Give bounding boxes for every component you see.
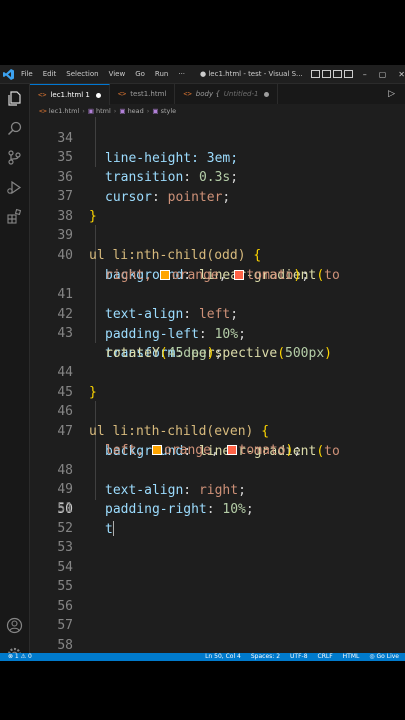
breadcrumb-html[interactable]: html — [96, 107, 111, 115]
source-control-icon[interactable] — [6, 149, 23, 166]
toggle-panel-icon[interactable] — [321, 70, 331, 78]
code-line: 53 — [57, 540, 73, 555]
problems-indicator[interactable]: ⊗ 1 ⚠ 0 — [8, 653, 32, 661]
current-code-line: 50 t — [57, 502, 115, 537]
code-line: 44 } — [57, 365, 97, 400]
element-icon: ▣ — [152, 106, 159, 115]
tab-label: body { — [195, 90, 220, 98]
chevron-right-icon: › — [82, 106, 85, 115]
code-line: 56 — [57, 599, 73, 614]
toggle-sidebar-icon[interactable] — [310, 70, 320, 78]
editor-tabs: <> lec1.html 1 <> test1.html <> body { U… — [30, 84, 405, 105]
indentation[interactable]: Spaces: 2 — [251, 653, 280, 661]
status-bar: ⊗ 1 ⚠ 0 Ln 50, Col 4 Spaces: 2 UTF-8 CRL… — [0, 653, 405, 661]
menu-run[interactable]: Run — [150, 70, 173, 78]
toggle-secondary-sidebar-icon[interactable] — [332, 70, 342, 78]
html-file-icon: <> — [38, 91, 47, 99]
run-play-icon[interactable]: ▷ — [388, 84, 395, 104]
code-line: 41 text-align: left; — [57, 287, 239, 322]
window-title: ● lec1.html - test - Visual S... — [200, 70, 303, 78]
go-live-button[interactable]: ◎ Go Live — [369, 653, 399, 661]
code-line: 55 — [57, 579, 73, 594]
tab-label: lec1.html 1 — [50, 91, 90, 99]
code-line: 46 ul li:nth-child(even) { — [57, 404, 270, 439]
cursor-position[interactable]: Ln 50, Col 4 — [205, 653, 241, 661]
chevron-right-icon: › — [113, 106, 117, 115]
menu-view[interactable]: View — [104, 70, 131, 78]
menu-edit[interactable]: Edit — [38, 70, 62, 78]
activity-bar — [0, 84, 30, 661]
customize-layout-icon[interactable] — [343, 70, 353, 78]
code-line: 54 — [57, 560, 73, 575]
tab-untitled-1[interactable]: <> body { Untitled-1 — [175, 84, 279, 104]
code-line: 48 text-align: right; — [57, 463, 246, 498]
encoding[interactable]: UTF-8 — [290, 653, 308, 661]
chevron-right-icon: › — [146, 106, 150, 115]
code-line: 35 transition: 0.3s; — [57, 150, 239, 185]
menu-selection[interactable]: Selection — [61, 70, 103, 78]
run-debug-icon[interactable] — [6, 179, 23, 196]
line-endings[interactable]: CRLF — [318, 653, 333, 661]
tab-test1-html[interactable]: <> test1.html — [110, 84, 176, 104]
tab-suffix: Untitled-1 — [223, 90, 259, 98]
code-line: 49 padding-right: 10%; — [57, 482, 254, 517]
layout-controls — [310, 70, 353, 78]
code-line: 38 — [57, 209, 73, 224]
code-line: 57 — [57, 618, 73, 633]
menu-more[interactable]: ··· — [173, 70, 190, 78]
title-bar: File Edit Selection View Go Run ··· ● le… — [0, 65, 405, 84]
code-line: 36 cursor: pointer; — [57, 170, 231, 205]
tab-label: test1.html — [130, 90, 167, 98]
extensions-icon[interactable] — [6, 208, 23, 225]
breadcrumb-file[interactable]: lec1.html — [49, 107, 79, 115]
menu-go[interactable]: Go — [130, 70, 150, 78]
html-file-icon: <> — [183, 90, 192, 98]
code-line: 58 — [57, 638, 73, 653]
explorer-icon[interactable] — [6, 90, 23, 107]
menu-file[interactable]: File — [16, 70, 38, 78]
html-file-icon: <> — [39, 106, 47, 115]
code-line: 43 transform: perspective(500px) — [57, 326, 332, 361]
code-line-wrapped: right, orange, tomato); — [105, 268, 310, 283]
minimize-button[interactable]: – — [363, 70, 367, 79]
vscode-logo-icon[interactable] — [0, 65, 16, 83]
code-line: 39 ul li:nth-child(odd) { — [57, 228, 262, 263]
unsaved-dot-icon[interactable] — [264, 91, 270, 97]
maximize-button[interactable]: ▢ — [379, 70, 387, 79]
breadcrumb-style[interactable]: style — [161, 107, 177, 115]
breadcrumb: <> lec1.html › ▣ html › ▣ head › ▣ style — [30, 104, 405, 117]
element-icon: ▣ — [119, 106, 126, 115]
tab-lec1-html[interactable]: <> lec1.html 1 — [30, 84, 110, 105]
code-line: 45 — [57, 385, 73, 400]
breadcrumb-head[interactable]: head — [128, 107, 144, 115]
code-line-wrapped: left, orange, tomato); — [105, 443, 302, 458]
code-line: 51 — [57, 501, 73, 516]
code-line: 52 — [57, 521, 73, 536]
close-button[interactable]: ✕ — [398, 70, 405, 79]
html-file-icon: <> — [117, 90, 127, 98]
accounts-icon[interactable] — [6, 617, 23, 634]
vscode-window: File Edit Selection View Go Run ··· ● le… — [0, 65, 405, 661]
code-line-wrapped: rotateY(45deg); — [105, 346, 223, 361]
language-mode[interactable]: HTML — [343, 653, 360, 661]
element-icon: ▣ — [87, 106, 94, 115]
unsaved-dot-icon[interactable] — [95, 92, 101, 98]
code-line: 37 } — [57, 189, 97, 224]
code-editor[interactable]: 34 line-height: 3em; 35 transition: 0.3s… — [30, 117, 405, 653]
code-line: 47 background: linear-gradient(to — [57, 424, 340, 459]
code-line: 42 padding-left: 10%; — [57, 307, 246, 342]
vertical-scrollbar[interactable] — [398, 117, 405, 653]
code-line: 40 background: linear-gradient(to — [57, 248, 340, 283]
search-icon[interactable] — [6, 120, 23, 137]
